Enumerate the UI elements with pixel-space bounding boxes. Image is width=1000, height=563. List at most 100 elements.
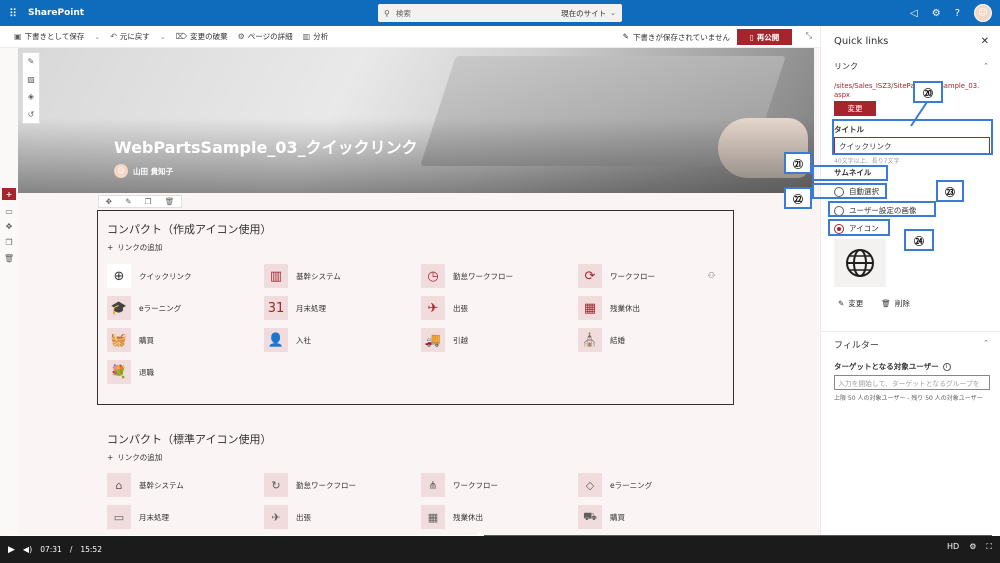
trash-icon: 🗑: [881, 299, 891, 308]
quick-link-item[interactable]: ⟳ ワークフロー: [578, 264, 735, 288]
layers-icon[interactable]: ◈: [28, 92, 34, 101]
hd-icon[interactable]: HD: [947, 542, 959, 552]
quick-link-item[interactable]: ▥ 基幹システム: [264, 264, 421, 288]
volume-icon[interactable]: ◀): [23, 545, 32, 554]
discard-button[interactable]: ⌦ 変更の破棄: [176, 31, 228, 42]
quick-link-item[interactable]: ⛪ 結婚: [578, 328, 735, 352]
workflow-icon: ⟳: [578, 264, 602, 288]
quick-link-item[interactable]: 31 月末処理: [264, 296, 421, 320]
thumbnail-actions: ✎ 変更 🗑 削除: [838, 298, 910, 309]
close-icon[interactable]: ✕: [981, 36, 989, 47]
quick-link-label: 購買: [139, 335, 154, 345]
quick-link-label: 引越: [453, 335, 468, 345]
megaphone-icon[interactable]: ◁: [910, 8, 918, 19]
brand-name[interactable]: SharePoint: [28, 8, 84, 18]
quick-link-item[interactable]: 🧺 購買: [107, 328, 264, 352]
quick-link-item[interactable]: ◷ 勤怠ワークフロー: [421, 264, 578, 288]
pencil-icon[interactable]: ✎: [28, 57, 35, 66]
help-icon[interactable]: ?: [955, 8, 960, 19]
page-title[interactable]: WebPartsSample_03_クイックリンク: [114, 134, 418, 158]
add-link-button[interactable]: + リンクの追加: [107, 242, 162, 253]
quick-link-item[interactable]: ▦ 残業休出: [578, 296, 735, 320]
user-avatar[interactable]: ☺: [974, 4, 992, 22]
quick-link-label: 月末処理: [296, 303, 326, 313]
author: ☺ 山田 貴知子: [114, 164, 173, 178]
copy-icon[interactable]: ❐: [2, 236, 16, 248]
quick-link-item[interactable]: ⊕ クイックリンク: [107, 264, 264, 288]
trash-icon[interactable]: 🗑: [2, 252, 16, 264]
chevron-down-icon[interactable]: ⌄: [94, 33, 100, 41]
search-scope[interactable]: 現在のサイト: [561, 8, 606, 19]
edit-thumbnail-button[interactable]: ✎ 変更: [838, 298, 863, 309]
page-canvas: ✎ ▨ ◈ ↺ WebPartsSample_03_クイックリンク ☺ 山田 貴…: [18, 48, 820, 536]
thumbnail-preview: [834, 239, 886, 287]
quick-link-item[interactable]: 🎓 eラーニング: [107, 296, 264, 320]
current-time: 07:31: [40, 545, 62, 554]
quick-link-item[interactable]: ▦ 残業休出: [421, 505, 578, 529]
move-icon[interactable]: ✥: [106, 197, 112, 206]
save-draft-button[interactable]: ▣ 下書きとして保存: [14, 31, 84, 42]
chevron-down-icon[interactable]: ⌄: [610, 9, 616, 17]
analytics-button[interactable]: ▥ 分析: [303, 31, 329, 42]
quick-link-label: 勤怠ワークフロー: [296, 480, 356, 490]
undo-button[interactable]: ↶ 元に戻す: [110, 31, 150, 42]
reset-icon[interactable]: ↺: [28, 110, 35, 119]
quick-links-grid-standard: ⌂ 基幹システム ↻ 勤怠ワークフロー ⋔ ワークフロー ◇ eラーニング ▭ 月末処理 ✈ 出張 ▦ 残…: [107, 473, 735, 536]
quick-link-item[interactable]: 👤 入社: [264, 328, 421, 352]
undo-label: 元に戻す: [119, 32, 150, 41]
chevron-down-icon[interactable]: ⌄: [160, 33, 166, 41]
add-section-button[interactable]: +: [2, 188, 16, 200]
republish-button[interactable]: ▯ 再公開: [737, 29, 792, 45]
delete-thumbnail-button[interactable]: 🗑 削除: [881, 298, 910, 309]
quick-link-item[interactable]: ↻ 勤怠ワークフロー: [264, 473, 421, 497]
chapel-icon: ⛪: [578, 328, 602, 352]
page-details-button[interactable]: ⚙ ページの詳細: [238, 31, 293, 42]
quick-link-item[interactable]: ✈ 出張: [421, 296, 578, 320]
annotation-24: ㉔: [904, 229, 934, 251]
quick-link-label: 入社: [296, 335, 311, 345]
gear-icon[interactable]: ⚙: [969, 542, 976, 552]
quick-link-item[interactable]: 💐 退職: [107, 360, 264, 384]
quick-link-item[interactable]: 🚚 引越: [421, 328, 578, 352]
play-icon[interactable]: ▶: [8, 545, 15, 555]
gear-icon[interactable]: ⚙: [932, 8, 941, 19]
image-edit-icon[interactable]: ▨: [27, 75, 35, 84]
plus-icon: +: [107, 243, 114, 252]
video-controls: ▶ ◀) 07:31 / 15:52: [0, 536, 1000, 563]
card-icon: ▭: [107, 505, 131, 529]
quick-links-compact-custom[interactable]: コンパクト（作成アイコン使用） + リンクの追加 ⚇ ⊕ クイックリンク ▥ 基幹システ…: [97, 210, 734, 405]
quick-link-item[interactable]: ⋔ ワークフロー: [421, 473, 578, 497]
quick-link-item[interactable]: ⌂ 基幹システム: [107, 473, 264, 497]
quick-link-item[interactable]: ▭ 月末処理: [107, 505, 264, 529]
globe-icon: [846, 249, 874, 277]
pane-title: Quick links: [834, 36, 889, 47]
collapse-icon[interactable]: ⤡: [806, 31, 812, 41]
change-link-button[interactable]: 変更: [834, 101, 876, 116]
fullscreen-icon[interactable]: ⛶: [986, 542, 992, 552]
quick-link-item[interactable]: ◇ eラーニング: [578, 473, 735, 497]
move-icon[interactable]: ✥: [2, 220, 16, 232]
search-box[interactable]: ⚲ 検索 現在のサイト ⌄: [378, 4, 622, 22]
trash-icon[interactable]: 🗑: [165, 197, 175, 206]
clock-icon: ◷: [421, 264, 445, 288]
comment-icon[interactable]: ▭: [2, 205, 16, 217]
workflow-icon: ⋔: [421, 473, 445, 497]
add-link-button[interactable]: + リンクの追加: [107, 452, 162, 463]
copy-icon[interactable]: ❐: [145, 197, 152, 206]
pencil-icon[interactable]: ✎: [125, 197, 131, 206]
quick-link-label: 月末処理: [139, 512, 169, 522]
audience-input[interactable]: 入力を開始して、ターゲットとなるグループを: [834, 375, 990, 390]
save-draft-label: 下書きとして保存: [24, 32, 85, 41]
info-icon[interactable]: i: [942, 362, 951, 371]
chevron-up-icon[interactable]: ⌃: [983, 62, 989, 70]
chevron-up-icon[interactable]: ⌃: [983, 339, 989, 347]
analytics-label: 分析: [313, 32, 329, 41]
quick-link-label: 残業休出: [453, 512, 483, 522]
audience-label-text: ターゲットとなる対象ユーザー: [834, 362, 939, 371]
annotation-22: ㉒: [784, 187, 812, 209]
link-heading: リンク: [834, 62, 858, 71]
app-launcher-icon[interactable]: ⠿: [0, 0, 26, 26]
quick-link-item[interactable]: ✈ 出張: [264, 505, 421, 529]
quick-link-item[interactable]: ⛟ 購買: [578, 505, 735, 529]
total-time: 15:52: [80, 545, 102, 554]
